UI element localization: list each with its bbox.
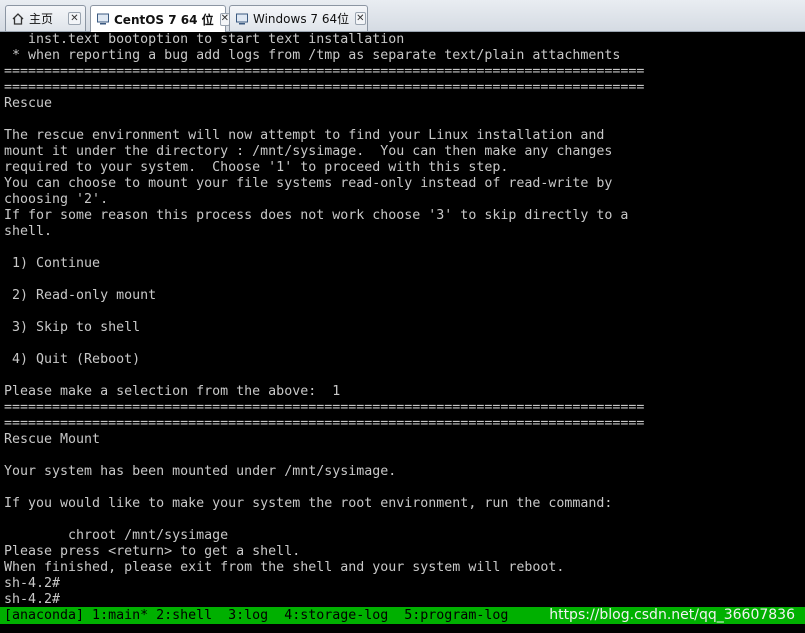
tab-home[interactable]: 主页 ✕ [5, 5, 86, 31]
tab-home-label: 主页 [29, 12, 54, 26]
terminal-line: sh-4.2# [4, 576, 61, 591]
terminal-line: Please press <return> to get a shell. [4, 544, 301, 559]
terminal-line: ========================================… [4, 416, 645, 431]
terminal-line: ========================================… [4, 80, 645, 95]
tab-centos-label: CentOS 7 64 位 [114, 12, 214, 27]
tab-centos[interactable]: CentOS 7 64 位 ✕ [90, 5, 231, 32]
vm-icon [96, 12, 110, 26]
terminal-line: 2) Read-only mount [4, 288, 157, 303]
vm-icon [235, 12, 249, 26]
terminal-line: * when reporting a bug add logs from /tm… [4, 48, 621, 63]
terminal-line: Please make a selection from the above: … [4, 384, 341, 399]
terminal-line: ========================================… [4, 64, 645, 79]
terminal-line: You can choose to mount your file system… [4, 176, 613, 191]
close-icon[interactable]: ✕ [68, 12, 81, 25]
tab-windows7-label: Windows 7 64位 [253, 12, 350, 26]
terminal-line: choosing '2'. [4, 192, 109, 207]
terminal-line: Rescue [4, 96, 53, 111]
terminal-console[interactable]: inst.text bootoption to start text insta… [0, 32, 805, 607]
terminal-line: If you would like to make your system th… [4, 496, 613, 511]
terminal-line: When finished, please exit from the shel… [4, 560, 565, 575]
terminal-line: required to your system. Choose '1' to p… [4, 160, 509, 175]
terminal-line: mount it under the directory : /mnt/sysi… [4, 144, 613, 159]
terminal-line: 4) Quit (Reboot) [4, 352, 141, 367]
close-icon[interactable]: ✕ [355, 12, 366, 25]
terminal-line: 1) Continue [4, 256, 101, 271]
terminal-line: shell. [4, 224, 53, 239]
terminal-line: Your system has been mounted under /mnt/… [4, 464, 397, 479]
status-bar-text: [anaconda] 1:main* 2:shell 3:log 4:stora… [4, 608, 509, 623]
home-icon [11, 12, 25, 26]
tab-windows7[interactable]: Windows 7 64位 ✕ [229, 5, 368, 31]
terminal-line: ========================================… [4, 400, 645, 415]
terminal-line: 3) Skip to shell [4, 320, 141, 335]
watermark: https://blog.csdn.net/qq_36607836 [549, 607, 795, 623]
anaconda-status-bar: [anaconda] 1:main* 2:shell 3:log 4:stora… [0, 607, 805, 624]
terminal-line: inst.text bootoption to start text insta… [4, 32, 405, 47]
terminal-line: The rescue environment will now attempt … [4, 128, 605, 143]
terminal-line: chroot /mnt/sysimage [4, 528, 229, 543]
terminal-line: Rescue Mount [4, 432, 101, 447]
terminal-line: sh-4.2# [4, 592, 61, 607]
vm-tab-bar: 主页 ✕ CentOS 7 64 位 ✕ Windows 7 64位 ✕ [0, 0, 805, 32]
terminal-line: If for some reason this process does not… [4, 208, 629, 223]
bottom-strip [0, 624, 805, 633]
